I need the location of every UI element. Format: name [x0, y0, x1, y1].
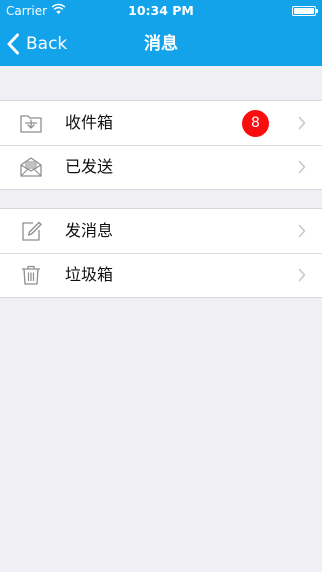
menu-item-inbox[interactable]: 收件箱 8	[0, 101, 322, 145]
compose-icon	[22, 221, 42, 241]
page-title: 消息	[144, 34, 178, 54]
sent-mail-icon	[20, 157, 42, 177]
inbox-icon	[20, 115, 42, 133]
chevron-right-icon	[298, 160, 306, 174]
menu-item-trash[interactable]: 垃圾箱	[0, 253, 322, 297]
status-time: 10:34 PM	[128, 3, 194, 18]
menu-item-sent[interactable]: 已发送	[0, 145, 322, 189]
menu-item-label: 发消息	[65, 221, 114, 240]
menu-group-actions: 发消息 垃圾箱	[0, 208, 322, 298]
unread-count-badge: 8	[242, 110, 269, 137]
menu-item-label: 已发送	[65, 157, 114, 176]
status-bar: Carrier 10:34 PM	[0, 0, 322, 22]
menu-item-label: 垃圾箱	[65, 265, 114, 284]
messages-screen: Carrier 10:34 PM Back 消息 收件箱 8 已发送 发消息 垃…	[0, 0, 322, 572]
chevron-right-icon	[298, 116, 306, 130]
navigation-bar: Back 消息	[0, 22, 322, 66]
trash-icon	[22, 265, 40, 285]
menu-item-compose[interactable]: 发消息	[0, 209, 322, 253]
chevron-right-icon	[298, 224, 306, 238]
top-bar: Carrier 10:34 PM Back 消息	[0, 0, 322, 66]
menu-group-mailboxes: 收件箱 8 已发送	[0, 100, 322, 190]
chevron-right-icon	[298, 268, 306, 282]
battery-icon	[292, 6, 318, 16]
menu-item-label: 收件箱	[65, 113, 114, 132]
